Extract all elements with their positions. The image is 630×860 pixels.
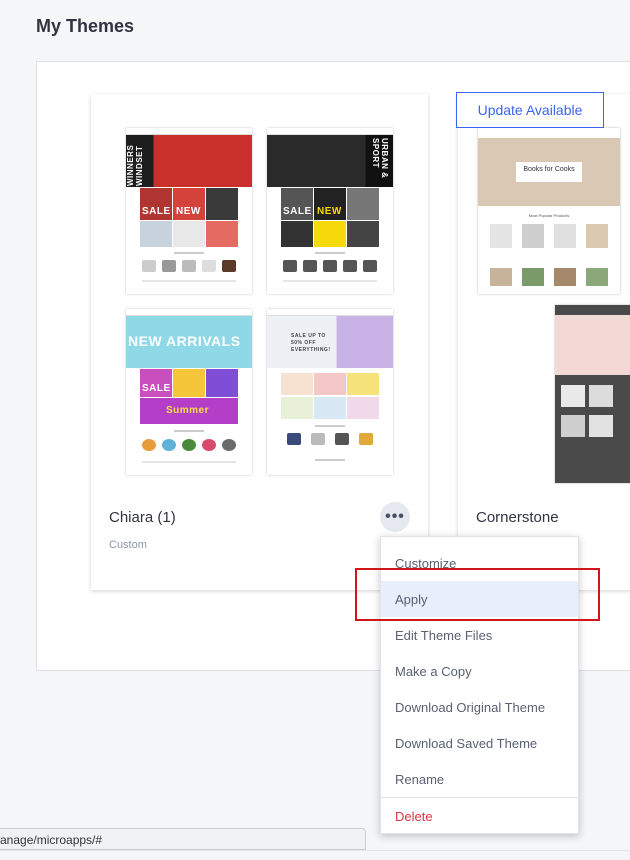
status-bar-url: anage/microapps/# — [0, 828, 366, 850]
theme-preview-windset: WINNERS WINDSET SALE NEW — [126, 128, 252, 294]
more-options-button[interactable]: ••• — [380, 502, 410, 532]
theme-preview-cornerstone: Books for Cooks Most Popular Products — [478, 128, 620, 294]
theme-preview-cornerstone-variant — [555, 305, 630, 483]
new-arrivals-hero-text: NEW ARRIVALS — [128, 333, 241, 349]
new-arrivals-summer-tag: Summer — [166, 405, 210, 416]
cornerstone-hero-text: Books for Cooks — [523, 166, 575, 173]
update-available-button[interactable]: Update Available — [456, 92, 604, 128]
sale-hero-text: SALE UP TO 50% OFF EVERYTHING! — [291, 333, 331, 353]
theme-type-label: Custom — [109, 539, 147, 551]
menu-item-delete[interactable]: Delete — [381, 798, 578, 834]
windset-new-tag: NEW — [176, 206, 201, 217]
theme-name-cornerstone: Cornerstone — [476, 509, 559, 526]
menu-item-edit-theme-files[interactable]: Edit Theme Files — [381, 617, 578, 653]
page-title: My Themes — [36, 16, 135, 36]
theme-name-chiara: Chiara (1) — [109, 509, 176, 526]
menu-item-rename[interactable]: Rename — [381, 761, 578, 797]
cornerstone-section-title: Most Popular Products — [528, 213, 570, 218]
menu-item-apply[interactable]: Apply — [381, 581, 578, 617]
windset-hero-text: WINNERS WINDSET — [126, 144, 144, 186]
more-dots-icon: ••• — [385, 508, 405, 525]
theme-preview-sale: SALE UP TO 50% OFF EVERYTHING! — [267, 309, 393, 475]
urban-new-tag: NEW — [317, 206, 342, 217]
menu-item-make-copy[interactable]: Make a Copy — [381, 653, 578, 689]
menu-item-download-saved[interactable]: Download Saved Theme — [381, 725, 578, 761]
menu-item-customize[interactable]: Customize — [381, 545, 578, 581]
theme-context-menu: Customize Apply Edit Theme Files Make a … — [380, 536, 579, 834]
urban-sale-tag: SALE — [283, 206, 312, 217]
new-arrivals-sale-tag: SALE — [142, 383, 171, 394]
windset-sale-tag: SALE — [142, 206, 171, 217]
menu-item-download-original[interactable]: Download Original Theme — [381, 689, 578, 725]
urban-hero-text: URBAN & SPORT — [371, 138, 389, 179]
theme-preview-urban: URBAN & SPORT SALE NEW — [267, 128, 393, 294]
theme-preview-new-arrivals: NEW ARRIVALS SALE Summer — [126, 309, 252, 475]
